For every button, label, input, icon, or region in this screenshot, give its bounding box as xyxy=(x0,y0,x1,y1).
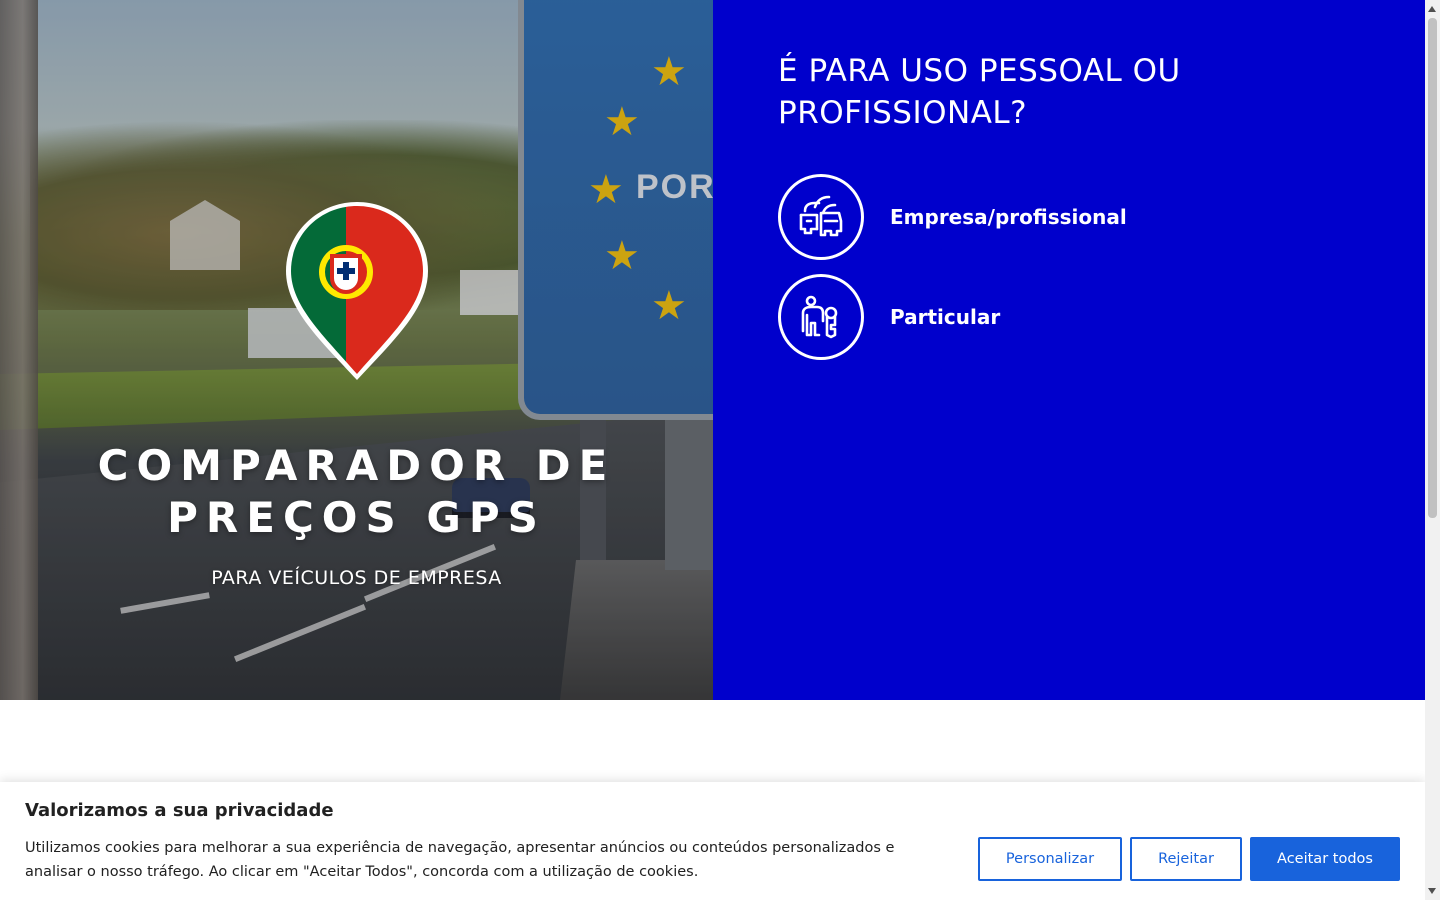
hero-title-line2: PREÇOS GPS xyxy=(167,493,546,542)
portugal-flag-pin-icon xyxy=(286,202,428,380)
person-key-icon xyxy=(801,295,838,339)
car-front-icon xyxy=(799,195,843,237)
hero-title-line1: COMPARADOR DE xyxy=(97,441,616,490)
hero-banner: ★ ★ ★ ★ ★ PORT xyxy=(0,0,713,700)
cookie-consent-banner: Valorizamos a sua privacidade Utilizamos… xyxy=(0,782,1425,900)
cookie-title: Valorizamos a sua privacidade xyxy=(25,800,334,821)
scroll-up-arrow-icon[interactable] xyxy=(1428,6,1436,12)
accept-all-button[interactable]: Aceitar todos xyxy=(1250,837,1400,881)
scrollbar-thumb[interactable] xyxy=(1428,18,1437,518)
option-personal[interactable]: Particular xyxy=(778,274,1338,360)
hero-subtitle: PARA VEÍCULOS DE EMPRESA xyxy=(211,567,502,589)
option-business[interactable]: Empresa/profissional xyxy=(778,174,1338,260)
reject-button[interactable]: Rejeitar xyxy=(1130,837,1242,881)
scroll-down-arrow-icon[interactable] xyxy=(1428,888,1436,894)
usage-question: É PARA USO PESSOAL OU PROFISSIONAL? xyxy=(778,53,1181,131)
option-business-label: Empresa/profissional xyxy=(890,205,1127,229)
hero-title: COMPARADOR DE PREÇOS GPS xyxy=(40,440,673,544)
customize-button[interactable]: Personalizar xyxy=(978,837,1122,881)
option-personal-icon-circle xyxy=(778,274,864,360)
vertical-scrollbar[interactable] xyxy=(1425,0,1440,900)
usage-selector-panel: É PARA USO PESSOAL OU PROFISSIONAL? Empr… xyxy=(713,0,1425,700)
option-business-icon-circle xyxy=(778,174,864,260)
cookie-text: Utilizamos cookies para melhorar a sua e… xyxy=(25,840,895,880)
page: ★ ★ ★ ★ ★ PORT xyxy=(0,0,1440,900)
option-personal-label: Particular xyxy=(890,305,1001,329)
